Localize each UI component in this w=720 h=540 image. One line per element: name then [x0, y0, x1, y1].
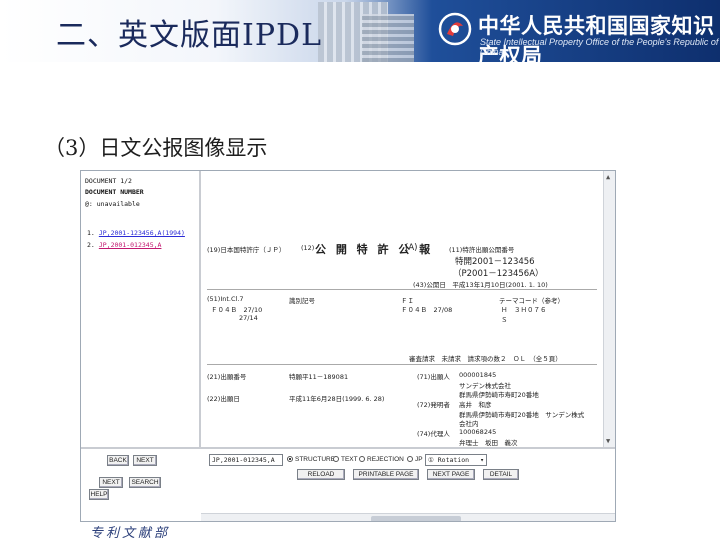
inventor-address-2: 会社内 — [459, 420, 479, 428]
radio-dot — [287, 456, 293, 463]
printable-page-button[interactable]: PRINTABLE PAGE — [353, 469, 419, 480]
reload-button[interactable]: RELOAD — [297, 469, 345, 480]
int-cl-label: (51)Int.Cl.7 — [207, 295, 244, 303]
section-subtitle: （3）日文公报图像显示 — [44, 136, 268, 160]
app-date-label: (22)出願日 — [207, 395, 240, 403]
scroll-down-icon[interactable]: ▼ — [606, 437, 610, 445]
office-name-en: State Intellectual Property Office of th… — [480, 37, 719, 57]
building-graphic-2 — [362, 14, 414, 62]
document-list-item[interactable]: 2. JP,2001-012345,A — [87, 241, 161, 249]
pub-number-label: (11)特許出願公開番号 — [449, 246, 515, 254]
next-document-button[interactable]: NEXT — [99, 477, 123, 488]
applicant-address: 群馬県伊勢崎市寿町20番地 — [459, 391, 539, 399]
document-index: 2. — [87, 241, 95, 249]
document-list-item[interactable]: 1. JP,2001-123456,A(1994) — [87, 229, 185, 237]
rotation-select-value: ① Rotation — [428, 456, 470, 464]
pub-number-alt: （P2001－123456A） — [453, 269, 544, 279]
document-link[interactable]: JP,2001-012345,A — [99, 241, 162, 249]
radio-dot — [359, 456, 365, 463]
applicant-label: (71)出願人 — [417, 373, 450, 381]
vertical-scrollbar[interactable]: ▲ ▼ — [603, 171, 615, 447]
rejection-radio[interactable]: REJECTION — [359, 456, 404, 463]
back-button[interactable]: BACK — [107, 455, 129, 466]
pub-number: 特開2001－123456 — [455, 257, 535, 267]
scroll-thumb[interactable] — [371, 516, 461, 521]
sipo-logo-icon — [438, 12, 472, 46]
pub-date: (43)公開日 平成13年1月10日(2001. 1. 10) — [413, 281, 548, 289]
chevron-down-icon: ▾ — [480, 456, 484, 464]
radio-dot — [407, 456, 413, 463]
radio-label: TEXT — [341, 456, 358, 463]
agent-label: (74)代理人 — [417, 430, 450, 438]
applicant-code: 000001845 — [459, 371, 497, 379]
app-number: 特願平11－189081 — [289, 373, 349, 381]
fi-code: Ｆ０４Ｂ 27/08 — [401, 306, 453, 314]
gazette-image-pane: (19)日本国特許庁（ＪＰ） (12) 公 開 特 許 公 報 (A) (11)… — [203, 171, 603, 447]
jp-office-label: (19)日本国特許庁（ＪＰ） — [207, 246, 286, 254]
document-number-field[interactable]: JP,2001-012345,A — [209, 454, 283, 466]
app-date: 平成11年6月28日(1999. 6. 28) — [289, 395, 385, 403]
radio-label: STRUCTURE — [295, 456, 336, 463]
app-number-label: (21)出願番号 — [207, 373, 247, 381]
viewer-control-bar: BACK NEXT NEXT SEARCH HELP JP,2001-01234… — [81, 447, 615, 521]
divider — [207, 364, 597, 365]
department-footer: 专利文献部 — [90, 526, 171, 540]
next-page-button[interactable]: NEXT PAGE — [427, 469, 475, 480]
gazette-kind: (A) — [405, 243, 418, 253]
rotation-select[interactable]: ① Rotation ▾ — [425, 454, 487, 466]
divider — [207, 289, 597, 290]
scroll-up-icon[interactable]: ▲ — [606, 173, 610, 181]
id-code-label: 識別記号 — [289, 297, 315, 305]
document-counter: DOCUMENT 1/2 — [85, 177, 132, 185]
inventor-label: (72)発明者 — [417, 401, 450, 409]
search-button[interactable]: SEARCH — [129, 477, 161, 488]
help-button[interactable]: HELP — [89, 489, 109, 500]
examination-line: 審査請求 未請求 請求項の数２ ＯＬ （全５頁） — [409, 355, 562, 363]
radio-dot — [333, 456, 339, 463]
kind-code-label: (12) — [301, 244, 315, 252]
theme-code-2: Ｓ — [501, 316, 508, 324]
inventor-name: 高井 和彦 — [459, 401, 492, 409]
document-list-pane: DOCUMENT 1/2 DOCUMENT NUMBER @: unavaila… — [81, 171, 201, 447]
radio-label: REJECTION — [367, 456, 404, 463]
ipc-code: Ｆ０４Ｂ 27/10 — [211, 306, 263, 314]
ipc-code-2: 27/14 — [239, 314, 258, 322]
unavailable-note: @: unavailable — [85, 200, 140, 208]
structure-radio[interactable]: STRUCTURE — [287, 456, 335, 463]
jp-radio[interactable]: JP — [407, 456, 423, 463]
agent-name: 弁理士 坂田 義次 — [459, 439, 518, 447]
horizontal-scrollbar[interactable] — [201, 513, 615, 521]
text-radio[interactable]: TEXT — [333, 456, 358, 463]
document-number-label: DOCUMENT NUMBER — [85, 188, 144, 196]
document-link[interactable]: JP,2001-123456,A(1994) — [99, 229, 185, 237]
document-index: 1. — [87, 229, 95, 237]
ipdl-viewer-window: DOCUMENT 1/2 DOCUMENT NUMBER @: unavaila… — [80, 170, 616, 522]
agent-code: 100068245 — [459, 428, 497, 436]
theme-code: Ｈ ３Ｈ０７６ — [501, 306, 547, 314]
slide-title: 二、英文版面IPDL — [56, 18, 323, 53]
radio-label: JP — [415, 456, 423, 463]
detail-button[interactable]: DETAIL — [483, 469, 519, 480]
next-button[interactable]: NEXT — [133, 455, 157, 466]
